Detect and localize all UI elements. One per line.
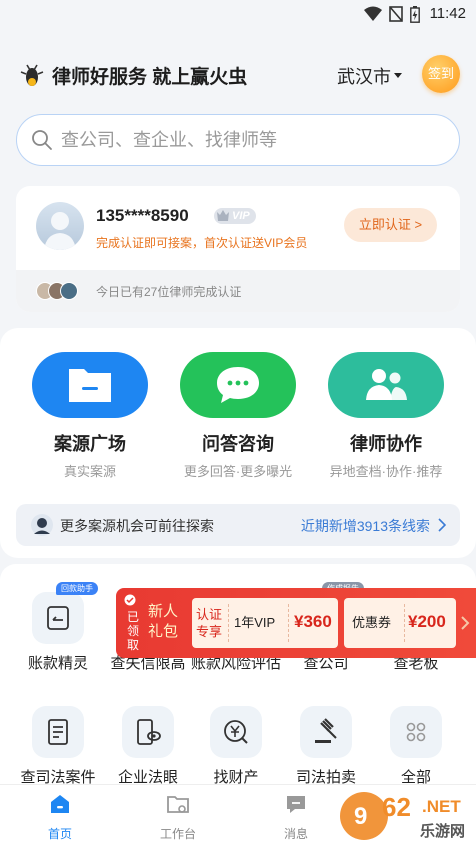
lawyer-avatar-icon	[31, 514, 53, 536]
coupon-divider	[288, 604, 289, 642]
tool-judicial-auction[interactable]: 司法拍卖	[280, 706, 372, 786]
tab-label: 工作台	[159, 827, 196, 841]
wifi-icon	[364, 6, 382, 21]
feature-sub: 更多回答·更多曝光	[183, 464, 293, 479]
all-icon	[406, 722, 426, 742]
feature-case-source[interactable]: 案源广场 真实案源	[15, 352, 165, 480]
feature-qa[interactable]: 问答咨询 更多回答·更多曝光	[163, 352, 313, 480]
vip-label: VIP	[232, 210, 250, 222]
tool-tag: 回款助手	[56, 582, 98, 595]
verification-footer: 今日已有27位律师完成认证	[16, 270, 460, 312]
caret-down-icon	[394, 72, 402, 78]
coupon-divider	[404, 604, 405, 642]
tool-judicial-case[interactable]: 查司法案件	[12, 706, 104, 786]
verify-exclusive-tag: 认证专享	[196, 607, 223, 639]
svg-text:9: 9	[354, 803, 367, 830]
people-icon	[366, 369, 407, 400]
user-phone: 135****8590	[96, 206, 189, 225]
tab-label: 消息	[283, 827, 308, 841]
claimed-label: 已领取	[126, 610, 139, 652]
feature-sub: 异地查档·协作·推荐	[329, 464, 443, 479]
message-icon	[287, 796, 305, 813]
search-bar[interactable]	[16, 114, 460, 166]
asset-icon	[224, 720, 248, 744]
tool-icon-box	[300, 706, 352, 758]
law-eye-icon	[137, 719, 161, 745]
gift-title: 新人礼包	[148, 603, 179, 640]
debt-icon	[47, 606, 69, 630]
feature-pill	[328, 352, 444, 418]
coupon-price: ¥200	[408, 612, 446, 631]
explore-text: 更多案源机会可前往探索	[60, 518, 214, 534]
user-card: 135****8590 VIP 完成认证即可接案，首次认证送VIP会员 立即认证…	[16, 186, 460, 312]
discount-coupon: 优惠券 ¥200	[344, 598, 456, 648]
verified-count-text: 今日已有27位律师完成认证	[96, 285, 242, 299]
tool-all[interactable]: 全部	[370, 706, 462, 786]
avatar[interactable]	[36, 202, 84, 250]
vip-crown-icon	[217, 210, 229, 221]
vip-coupon: 认证专享 1年VIP ¥360	[192, 598, 338, 648]
user-silhouette-icon	[44, 212, 76, 250]
tool-law-eye[interactable]: 企业法眼	[102, 706, 194, 786]
feature-name: 律师协作	[350, 434, 422, 454]
feature-sub: 真实案源	[63, 464, 116, 479]
tab-messages[interactable]: 消息	[256, 791, 336, 842]
site-watermark: 9 62 .NET 乐游网	[338, 786, 474, 844]
chat-bubble-icon	[217, 367, 259, 403]
check-circle-icon	[124, 594, 136, 606]
workbench-icon	[167, 796, 189, 813]
tool-debt-assistant[interactable]: 账款精灵	[12, 592, 104, 673]
vip-item: 1年VIP	[234, 615, 276, 630]
newbie-gift-banner[interactable]: 已领取 新人礼包 认证专享 1年VIP ¥360 优惠券 ¥200	[116, 588, 476, 658]
chevron-right-icon	[461, 616, 470, 630]
tab-home[interactable]: 首页	[20, 791, 100, 842]
firefly-logo-icon	[20, 64, 44, 86]
vip-badge: VIP	[214, 208, 256, 224]
coupon-item: 优惠券	[352, 615, 392, 630]
signin-button[interactable]: 签到	[422, 55, 460, 93]
search-icon	[32, 130, 52, 150]
watermark-logo: 9 62 .NET 乐游网	[340, 792, 465, 840]
app-slogan: 律师好服务 就上赢火虫	[52, 67, 248, 88]
verify-now-button[interactable]: 立即认证 >	[344, 208, 437, 242]
case-icon	[48, 719, 68, 745]
search-input[interactable]	[61, 127, 441, 153]
signal-off-icon	[389, 6, 403, 22]
city-selector[interactable]: 武汉市	[337, 63, 402, 89]
header: 律师好服务 就上赢火虫 武汉市 签到	[0, 52, 476, 96]
feature-pill	[32, 352, 148, 418]
tool-label: 账款精灵	[27, 655, 88, 672]
svg-text:62: 62	[382, 792, 411, 822]
folder-icon	[69, 369, 111, 402]
city-label: 武汉市	[337, 67, 391, 87]
svg-text:.NET: .NET	[422, 797, 461, 816]
tool-icon-box	[32, 706, 84, 758]
feature-collaboration[interactable]: 律师协作 异地查档·协作·推荐	[311, 352, 461, 480]
tool-icon-box	[32, 592, 84, 644]
feature-pill	[180, 352, 296, 418]
mini-avatar	[60, 282, 78, 300]
tool-icon-box	[210, 706, 262, 758]
verify-tip: 完成认证即可接案，首次认证送VIP会员	[96, 236, 308, 250]
new-leads-link[interactable]: 近期新增3913条线索	[301, 516, 430, 536]
svg-text:乐游网: 乐游网	[420, 822, 465, 840]
tool-icon-box	[390, 706, 442, 758]
status-bar: 11:42	[0, 0, 476, 28]
tool-icon-box	[122, 706, 174, 758]
chevron-right-icon	[438, 518, 446, 532]
feature-name: 问答咨询	[202, 434, 274, 454]
battery-icon	[410, 6, 420, 23]
vip-price: ¥360	[294, 612, 332, 631]
clock: 11:42	[429, 5, 466, 22]
auction-icon	[315, 718, 337, 743]
home-icon	[51, 795, 69, 813]
recent-avatars	[36, 282, 84, 300]
explore-banner[interactable]: 更多案源机会可前往探索 近期新增3913条线索	[16, 504, 460, 546]
tab-label: 首页	[47, 827, 72, 841]
tab-workbench[interactable]: 工作台	[138, 791, 218, 842]
feature-name: 案源广场	[54, 434, 126, 454]
tool-find-assets[interactable]: 找财产	[190, 706, 282, 786]
coupon-divider	[228, 604, 229, 642]
